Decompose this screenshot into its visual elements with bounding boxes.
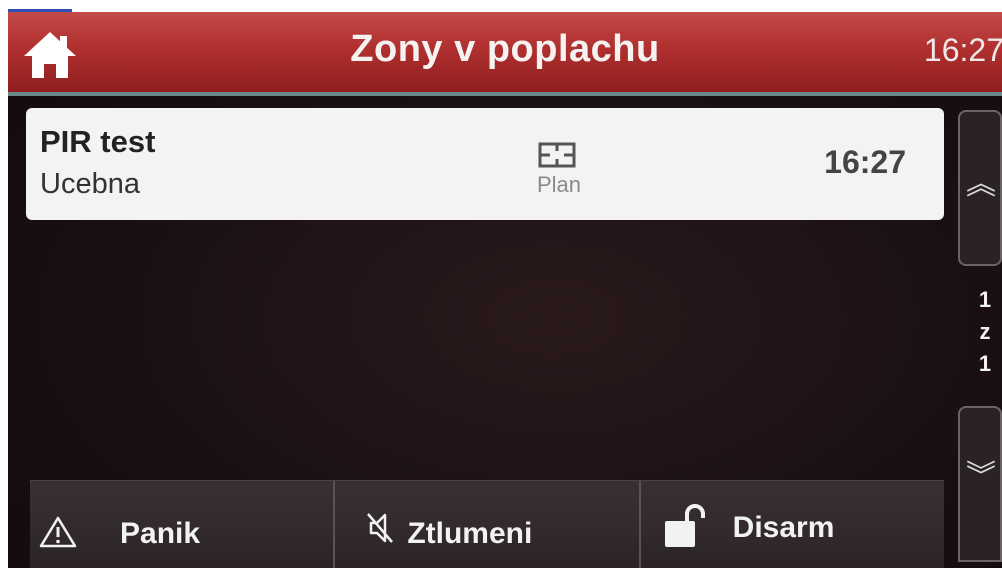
unlock-icon xyxy=(664,504,705,547)
page-total: 1 xyxy=(978,351,992,376)
page-separator: z xyxy=(979,319,991,344)
disarm-button[interactable]: Disarm xyxy=(641,481,944,568)
scroll-up-button[interactable]: ︽ xyxy=(958,110,1002,266)
disarm-label: Disarm xyxy=(732,511,835,544)
mute-label: Ztlumeni xyxy=(407,517,533,550)
mute-button[interactable]: Ztlumeni xyxy=(335,481,641,568)
zone-location: Ucebna xyxy=(40,168,140,200)
page-indicator: 1 z 1 xyxy=(968,284,1002,380)
panic-label: Panik xyxy=(120,517,201,550)
scroll-down-button[interactable]: ︾ xyxy=(958,406,1002,562)
zone-time: 16:27 xyxy=(824,144,906,180)
keypad-screen: Zony v poplachu 16:27 PIR test Ucebna Pl… xyxy=(8,12,1002,568)
plan-label: Plan xyxy=(536,172,582,197)
double-chevron-up-icon: ︽ xyxy=(966,168,996,201)
page-title: Zony v poplachu xyxy=(350,28,660,70)
warning-icon xyxy=(39,516,77,548)
page-current: 1 xyxy=(978,287,992,312)
panic-button[interactable]: Panik xyxy=(30,481,336,568)
top-partial-caption xyxy=(0,0,1002,12)
zone-name: PIR test xyxy=(40,124,156,159)
action-bar: Panik Ztlumeni Disarm xyxy=(30,480,944,568)
header-clock: 16:27 xyxy=(923,32,1002,68)
title-bar: Zony v poplachu 16:27 xyxy=(8,12,1002,96)
mute-icon xyxy=(367,513,394,543)
alarm-zone-item[interactable]: PIR test Ucebna Plan 16:27 xyxy=(26,108,944,220)
double-chevron-down-icon: ︾ xyxy=(966,460,996,493)
plan-icon xyxy=(538,142,576,168)
